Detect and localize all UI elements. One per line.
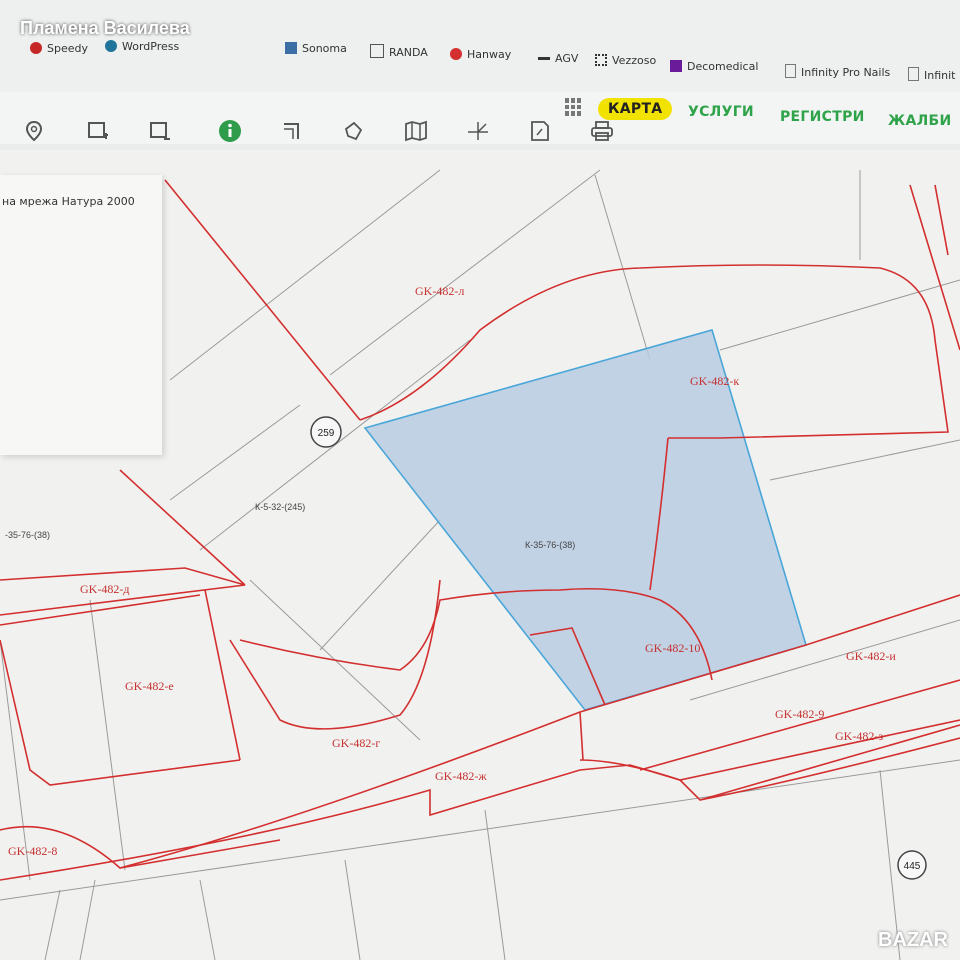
label-gk-482-10: GK-482-10: [645, 641, 700, 655]
vezzoso-icon: [595, 54, 607, 66]
nav-services[interactable]: УСЛУГИ: [688, 104, 754, 120]
bookmark-vezzoso[interactable]: Vezzoso: [595, 54, 656, 67]
watermark: BAZAR: [878, 929, 948, 951]
map-layers-icon[interactable]: [396, 116, 436, 146]
label-gk-482-z: GK-482-з: [835, 729, 883, 743]
label-gk-482-i: GK-482-и: [846, 649, 896, 663]
label-gk-482-l: GK-482-л: [415, 284, 464, 298]
bookmark-randa[interactable]: RANDA: [370, 44, 428, 59]
page-icon: [908, 67, 919, 81]
measure-line-icon[interactable]: [272, 116, 312, 146]
highlighted-parcel[interactable]: [363, 329, 807, 711]
sonoma-icon: [285, 42, 297, 54]
label-gk-482-d: GK-482-д: [80, 582, 129, 596]
layer-info-panel: на мрежа Натура 2000: [0, 175, 162, 455]
label-gk-482-g: GK-482-г: [332, 736, 380, 750]
bookmark-sonoma[interactable]: Sonoma: [285, 42, 347, 55]
nav-complaints[interactable]: ЖАЛБИ: [888, 113, 952, 129]
draw-rectangle-icon[interactable]: [78, 116, 118, 146]
info-icon[interactable]: [210, 116, 250, 146]
parcel-label-k-35-76: К-35-76-(38): [525, 540, 575, 550]
road-marker-259: 259: [310, 416, 342, 448]
svg-text:259: 259: [318, 428, 335, 439]
bookmark-hanway[interactable]: Hanway: [450, 48, 511, 61]
location-pin-icon[interactable]: [14, 116, 54, 146]
parcel-label-k-5-32: К-5-32-(245): [255, 502, 305, 512]
label-gk-482-e: GK-482-е: [125, 679, 174, 693]
speedy-icon: [30, 42, 42, 54]
decomedical-icon: [670, 60, 682, 72]
bookmark-speedy[interactable]: Speedy: [30, 42, 88, 55]
bookmark-decomedical[interactable]: Decomedical: [670, 60, 758, 73]
bookmark-infinit[interactable]: Infinit: [908, 67, 956, 82]
svg-text:445: 445: [904, 861, 921, 872]
select-rectangle-icon[interactable]: [140, 116, 180, 146]
measure-angle-icon[interactable]: [458, 116, 498, 146]
bookmark-wordpress[interactable]: WordPress: [105, 40, 179, 53]
polygon-icon[interactable]: [333, 116, 373, 146]
page-icon: [785, 64, 796, 78]
owner-name: Пламена Василева: [20, 18, 190, 38]
panel-text: на мрежа Натура 2000: [2, 195, 135, 208]
document-icon[interactable]: [520, 116, 560, 146]
nav-registers[interactable]: РЕГИСТРИ: [780, 109, 865, 125]
road-marker-445: 445: [897, 850, 927, 880]
label-gk-482-8: GK-482-8: [8, 844, 57, 858]
bookmarks-bar: Speedy WordPress Sonoma RANDA Hanway AGV…: [0, 0, 960, 92]
map-toolbar: [0, 108, 640, 152]
label-gk-482-9: GK-482-9: [775, 707, 824, 721]
wordpress-icon: [105, 40, 117, 52]
bookmark-infinity-pro-nails[interactable]: Infinity Pro Nails: [785, 64, 890, 79]
print-icon[interactable]: [582, 116, 622, 146]
bookmark-agv[interactable]: AGV: [538, 52, 578, 65]
parcel-label-35-76-left: -35-76-(38): [5, 530, 50, 540]
agv-icon: [538, 57, 550, 64]
label-gk-482-zh: GK-482-ж: [435, 769, 487, 783]
monitor-screen: GK-482-л GK-482-к GK-482-д GK-482-е GK-4…: [0, 0, 960, 960]
randa-icon: [370, 44, 384, 58]
label-gk-482-k: GK-482-к: [690, 374, 739, 388]
hanway-icon: [450, 48, 462, 60]
